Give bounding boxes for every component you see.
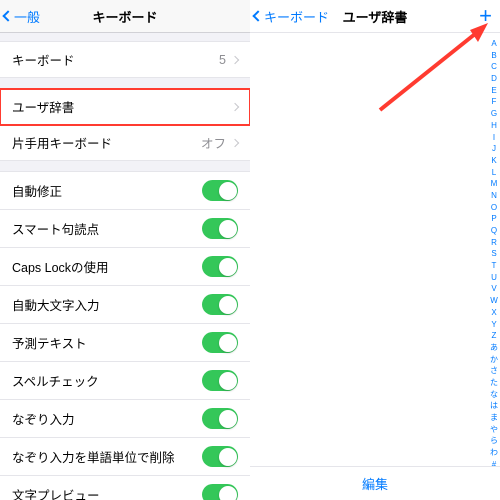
settings-content: キーボード 5 ユーザ辞書 片手用キーボード オフ xyxy=(0,33,250,500)
row-value: 5 xyxy=(219,53,238,67)
add-button[interactable]: + xyxy=(479,5,492,27)
index-letter[interactable]: R xyxy=(491,239,497,248)
toggle-switch[interactable] xyxy=(202,218,238,239)
row-toggle[interactable]: 自動大文字入力 xyxy=(0,286,250,324)
index-letter[interactable]: T xyxy=(492,262,497,271)
row-label: 文字プレビュー xyxy=(12,485,100,500)
back-label: キーボード xyxy=(264,7,329,26)
back-label: 一般 xyxy=(14,7,40,26)
index-letter[interactable]: か xyxy=(490,356,498,365)
row-label: 予測テキスト xyxy=(12,333,87,352)
index-letter[interactable]: Y xyxy=(491,321,496,330)
row-toggle[interactable]: なぞり入力を単語単位で削除 xyxy=(0,438,250,476)
row-value: オフ xyxy=(201,133,238,152)
index-letter[interactable]: B xyxy=(491,52,496,61)
group-keyboards: キーボード 5 xyxy=(0,41,250,78)
row-label: スマート句読点 xyxy=(12,219,99,238)
index-letter[interactable]: L xyxy=(492,169,496,178)
index-letter[interactable]: U xyxy=(491,274,497,283)
row-toggle[interactable]: 文字プレビュー xyxy=(0,476,250,500)
index-letter[interactable]: S xyxy=(491,250,496,259)
index-letter[interactable]: K xyxy=(491,157,496,166)
index-letter[interactable]: V xyxy=(491,285,496,294)
row-toggle[interactable]: スペルチェック xyxy=(0,362,250,400)
page-title: キーボード xyxy=(92,7,157,26)
index-letter[interactable]: E xyxy=(491,87,496,96)
toggle-switch[interactable] xyxy=(202,370,238,391)
index-letter[interactable]: G xyxy=(491,110,497,119)
index-letter[interactable]: P xyxy=(491,215,496,224)
index-letter[interactable]: M xyxy=(491,180,498,189)
row-toggle[interactable]: スマート句読点 xyxy=(0,210,250,248)
navbar-left: 一般 キーボード xyxy=(0,0,250,33)
toggle-switch[interactable] xyxy=(202,294,238,315)
edit-button[interactable]: 編集 xyxy=(362,474,388,493)
index-letter[interactable]: あ xyxy=(490,344,498,353)
row-user-dictionary[interactable]: ユーザ辞書 xyxy=(0,89,250,125)
navbar-right: キーボード ユーザ辞書 + xyxy=(250,0,500,33)
toggle-switch[interactable] xyxy=(202,180,238,201)
index-letter[interactable]: N xyxy=(491,192,497,201)
index-letter[interactable]: X xyxy=(491,309,496,318)
index-letter[interactable]: ま xyxy=(490,414,498,423)
back-button[interactable]: 一般 xyxy=(4,7,40,26)
row-keyboards[interactable]: キーボード 5 xyxy=(0,42,250,77)
chevron-left-icon xyxy=(252,10,263,21)
index-letter[interactable]: D xyxy=(491,75,497,84)
row-label: なぞり入力 xyxy=(12,409,75,428)
index-letter[interactable]: さ xyxy=(490,367,498,376)
index-letter[interactable]: Z xyxy=(492,332,497,341)
group-toggles: 自動修正スマート句読点 Caps Lockの使用自動大文字入力予測テキストスペルチ… xyxy=(0,171,250,500)
row-label: 自動修正 xyxy=(12,181,62,200)
back-button[interactable]: キーボード xyxy=(254,7,329,26)
row-one-handed[interactable]: 片手用キーボード オフ xyxy=(0,125,250,160)
toggle-switch[interactable] xyxy=(202,484,238,500)
index-letter[interactable]: O xyxy=(491,204,497,213)
index-letter[interactable]: Q xyxy=(491,227,497,236)
index-letter[interactable]: I xyxy=(493,134,495,143)
toggle-switch[interactable] xyxy=(202,332,238,353)
group-dict: ユーザ辞書 片手用キーボード オフ xyxy=(0,88,250,161)
index-letter[interactable]: J xyxy=(492,145,496,154)
row-toggle[interactable]: Caps Lockの使用 xyxy=(0,248,250,286)
row-label: キーボード xyxy=(12,50,75,69)
toggle-switch[interactable] xyxy=(202,446,238,467)
row-toggle[interactable]: 予測テキスト xyxy=(0,324,250,362)
chevron-left-icon xyxy=(2,10,13,21)
toggle-switch[interactable] xyxy=(202,256,238,277)
row-value xyxy=(232,104,238,110)
index-letter[interactable]: は xyxy=(490,402,498,411)
index-letter[interactable]: な xyxy=(490,391,498,400)
index-letter[interactable]: た xyxy=(490,379,498,388)
page-title: ユーザ辞書 xyxy=(343,7,408,26)
index-letter[interactable]: H xyxy=(491,122,497,131)
index-letter[interactable]: わ xyxy=(490,449,498,458)
dictionary-content xyxy=(250,33,500,500)
index-letter[interactable]: や xyxy=(490,426,498,435)
index-letter[interactable]: C xyxy=(491,63,497,72)
row-toggle[interactable]: なぞり入力 xyxy=(0,400,250,438)
row-label: 自動大文字入力 xyxy=(12,295,100,314)
index-letter[interactable]: W xyxy=(490,297,498,306)
row-toggle[interactable]: 自動修正 xyxy=(0,172,250,210)
chevron-right-icon xyxy=(231,55,239,63)
toggle-switch[interactable] xyxy=(202,408,238,429)
toolbar: 編集 xyxy=(250,466,500,500)
row-label: スペルチェック xyxy=(12,371,99,390)
keyboard-settings-pane: 一般 キーボード キーボード 5 ユーザ辞書 xyxy=(0,0,250,500)
index-letter[interactable]: F xyxy=(492,98,497,107)
index-letter[interactable]: ら xyxy=(490,437,498,446)
row-label: なぞり入力を単語単位で削除 xyxy=(12,447,175,466)
index-letter[interactable]: A xyxy=(491,40,496,49)
chevron-right-icon xyxy=(231,138,239,146)
user-dictionary-pane: キーボード ユーザ辞書 + ABCDEFGHIJKLMNOPQRSTUVWXYZ… xyxy=(250,0,500,500)
row-label: ユーザ辞書 xyxy=(12,97,74,116)
index-bar[interactable]: ABCDEFGHIJKLMNOPQRSTUVWXYZあかさたなはまやらわ# xyxy=(489,40,499,470)
row-label: Caps Lockの使用 xyxy=(12,257,109,276)
row-label: 片手用キーボード xyxy=(12,133,112,152)
chevron-right-icon xyxy=(231,102,239,110)
